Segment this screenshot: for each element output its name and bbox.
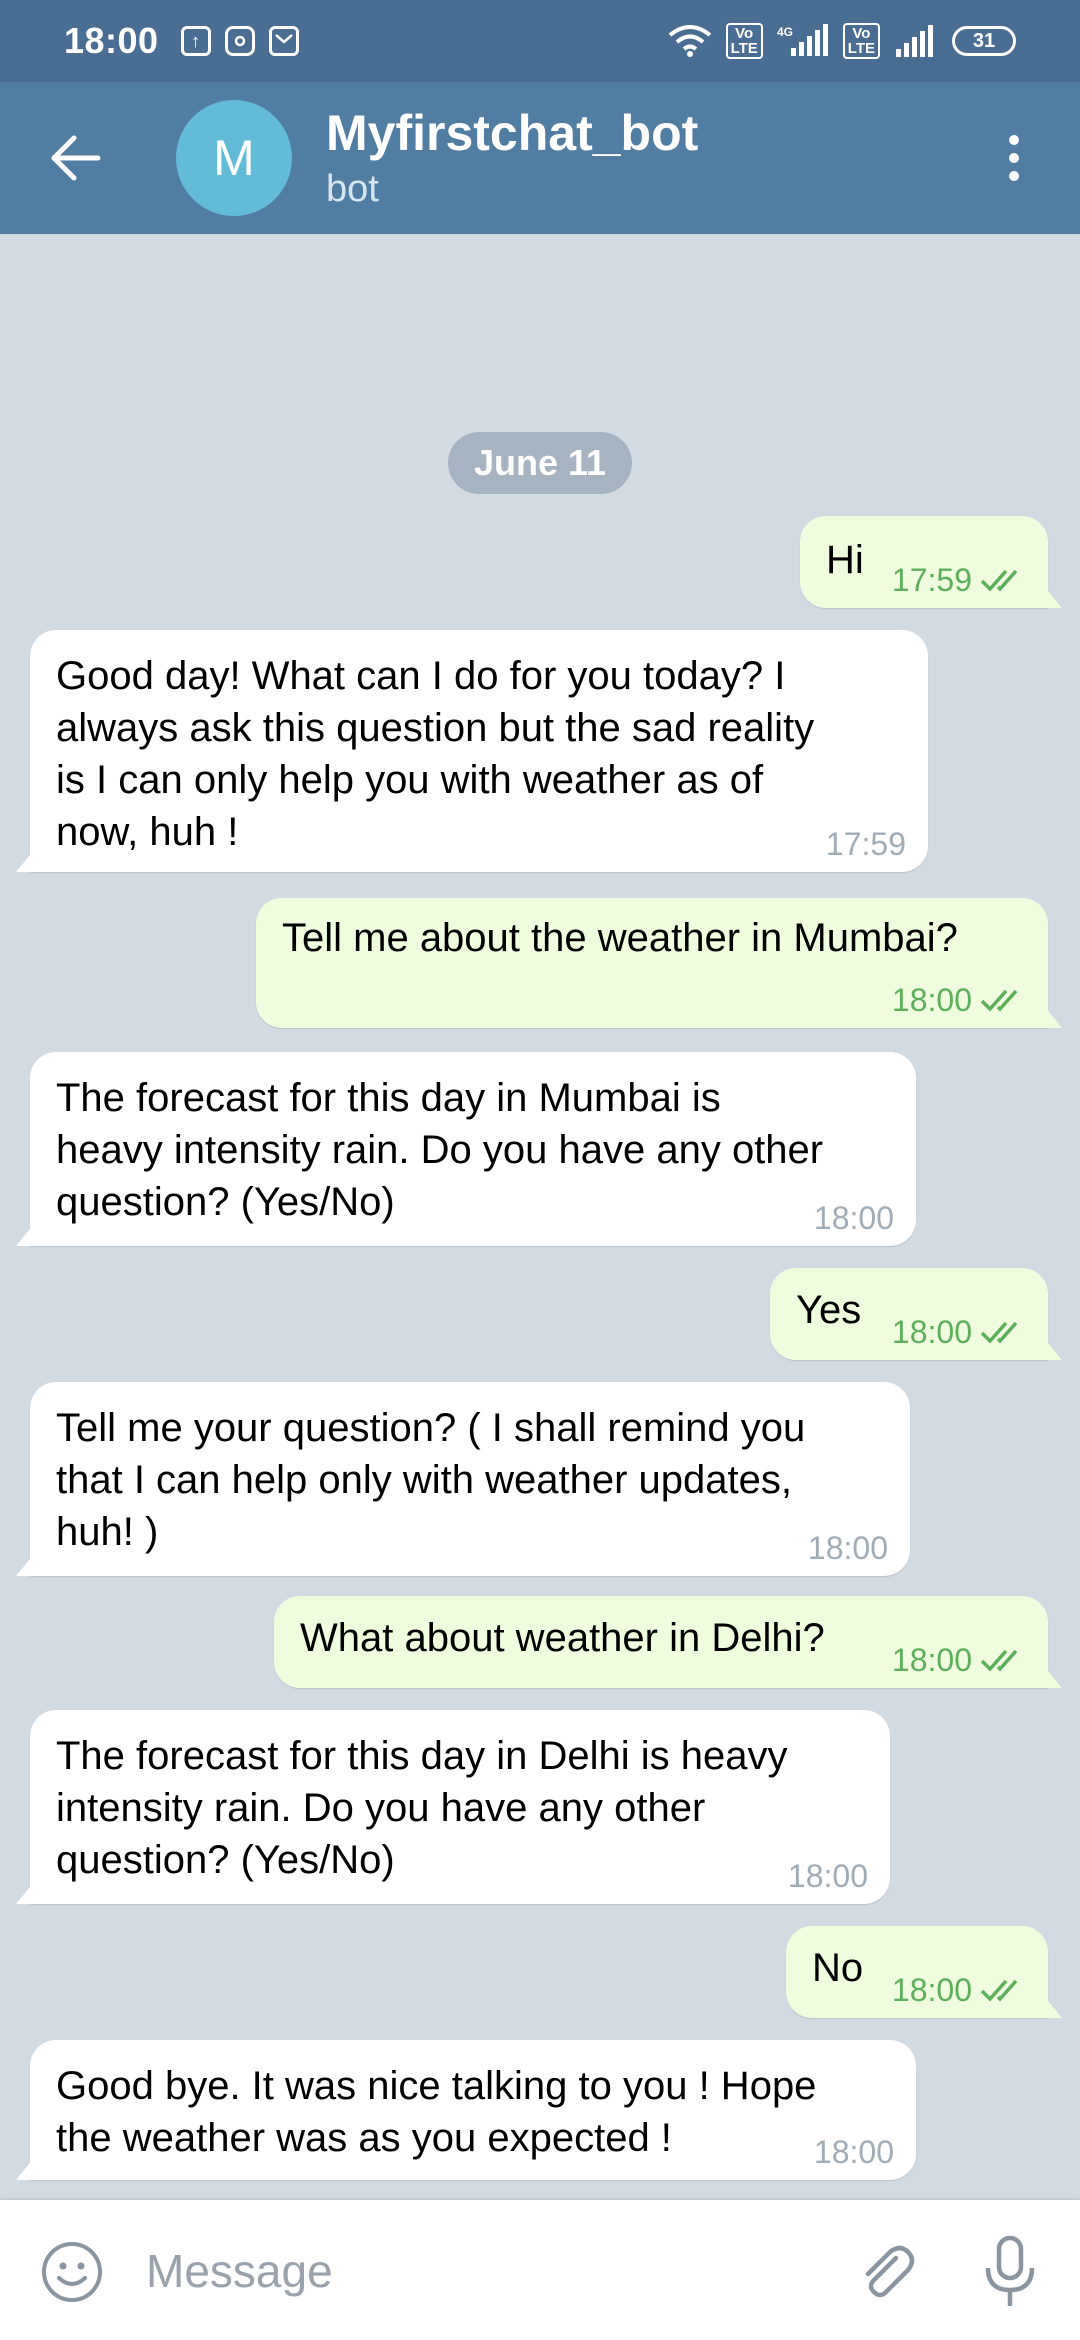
message-meta: 18:00 [814,1202,894,1234]
message-meta: 18:00 [788,1860,868,1892]
message-time: 18:00 [891,1642,972,1678]
message-text: Tell me about the weather in Mumbai? [282,916,958,960]
message-time: 18:00 [891,1972,972,2008]
date-pill: June 11 [448,432,632,494]
message-meta: 18:00 [814,2136,894,2168]
message-meta: 18:00 [892,1974,1026,2006]
message-bubble-outgoing[interactable]: Tell me about the weather in Mumbai? 18:… [256,898,1062,1028]
read-ticks-icon [980,1979,1018,2002]
message-text: No [812,1946,864,1990]
message-bubble-outgoing[interactable]: Yes 18:00 [770,1268,1062,1360]
message-time: 18:00 [813,1200,894,1236]
message-time: 18:00 [891,982,972,1018]
gmail-notification-icon [268,26,299,56]
instagram-notification-icon [224,26,255,56]
message-text: Good bye. It was nice talking to you ! H… [56,2064,817,2160]
message-text: The forecast for this day in Delhi is he… [56,1734,788,1882]
message-bubble-incoming[interactable]: The forecast for this day in Delhi is he… [16,1710,890,1904]
message-bubble-outgoing[interactable]: What about weather in Delhi? 18:00 [274,1596,1062,1688]
message-meta: 18:00 [892,1316,1026,1348]
chat-header: M Myfirstchat_bot bot [0,82,1080,234]
message-bubble-incoming[interactable]: Good day! What can I do for you today? I… [16,630,928,872]
volte-badge: Vo LTE [725,23,763,59]
attach-icon[interactable] [850,2236,920,2306]
notification-icons: ↑ [180,26,299,56]
back-arrow-icon[interactable] [46,128,106,188]
message-text: Good day! What can I do for you today? I… [56,654,815,854]
message-bubble-outgoing[interactable]: Hi 17:59 [800,516,1062,608]
message-text: Tell me your question? ( I shall remind … [56,1406,806,1554]
signal-icon-2 [896,25,933,57]
wifi-icon [668,25,711,57]
message-text: What about weather in Delhi? [300,1616,825,1660]
mic-icon[interactable] [980,2232,1040,2312]
message-input-bar [0,2200,1080,2340]
message-time: 18:00 [813,2134,894,2170]
read-ticks-icon [980,569,1018,592]
svg-text:4G: 4G [777,25,793,39]
message-time: 17:59 [891,562,972,598]
message-text: Yes [796,1288,862,1332]
battery-icon: 31 [952,26,1016,56]
message-bubble-incoming[interactable]: The forecast for this day in Mumbai is h… [16,1052,916,1246]
message-meta: 18:00 [808,1532,888,1564]
read-ticks-icon [980,989,1018,1012]
more-vert-icon[interactable] [994,128,1034,188]
message-meta: 17:59 [826,828,906,860]
battery-level: 31 [972,29,996,52]
message-time: 18:00 [807,1530,888,1566]
message-time: 18:00 [891,1314,972,1350]
volte-badge-2: Vo LTE [842,23,880,59]
message-bubble-incoming[interactable]: Good bye. It was nice talking to you ! H… [16,2040,916,2180]
avatar[interactable]: M [176,100,292,216]
chat-area[interactable]: June 11 Hi 17:59 Good day! What can I do… [0,234,1080,2200]
message-meta: 18:00 [892,1644,1026,1676]
message-time: 18:00 [787,1858,868,1894]
message-text: Hi [826,538,864,582]
message-text: The forecast for this day in Mumbai is h… [56,1076,824,1224]
status-bar: 18:00 ↑ Vo LTE 4G Vo LTE 31 [0,0,1080,82]
chat-title[interactable]: Myfirstchat_bot [326,104,698,162]
status-right-icons: Vo LTE 4G Vo LTE 31 [668,23,1016,59]
message-bubble-incoming[interactable]: Tell me your question? ( I shall remind … [16,1382,910,1576]
read-ticks-icon [980,1321,1018,1344]
status-time: 18:00 [64,20,159,61]
message-time: 17:59 [825,826,906,862]
signal-icon: 4G [777,24,828,56]
message-meta: 18:00 [892,984,1026,1016]
message-input[interactable] [144,2230,808,2312]
message-meta: 17:59 [892,564,1026,596]
read-ticks-icon [980,1649,1018,1672]
chat-subtitle: bot [326,168,379,210]
message-bubble-outgoing[interactable]: No 18:00 [786,1926,1062,2018]
emoji-icon[interactable] [40,2240,104,2304]
upload-notification-icon: ↑ [180,26,211,56]
